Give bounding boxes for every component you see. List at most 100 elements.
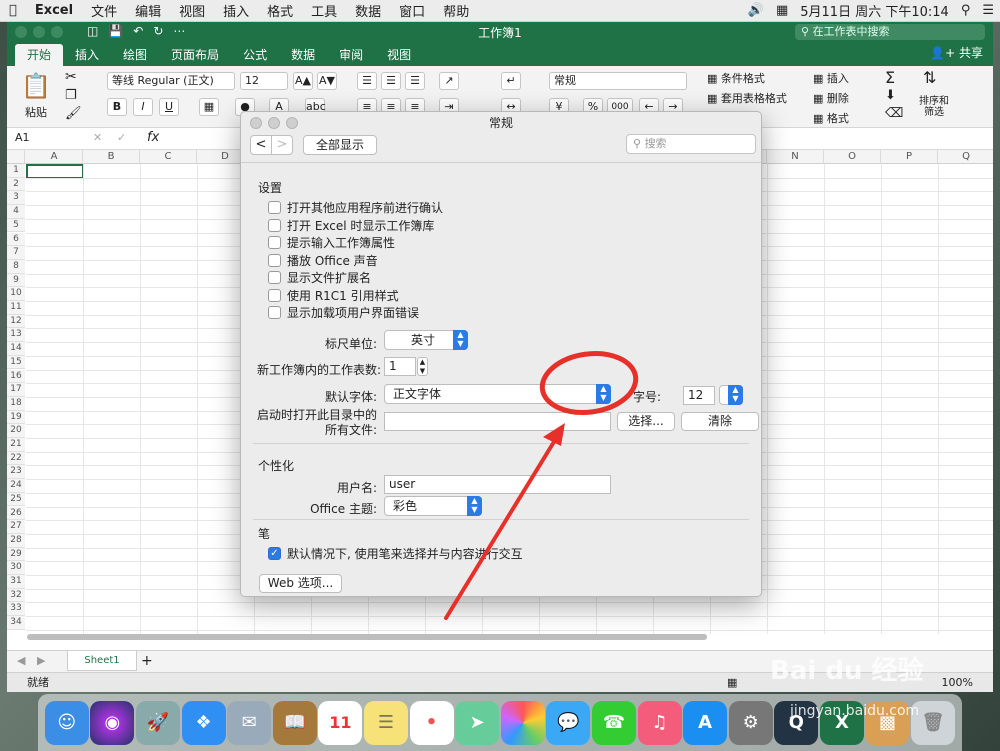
align-middle-icon[interactable]: ☰ (381, 72, 401, 90)
spotlight-icon[interactable]: ⚲ (955, 3, 977, 18)
delete-cells-button[interactable]: ▦ 删除 (813, 90, 849, 106)
insert-function-button[interactable]: fx (147, 130, 159, 145)
dialog-close-icon[interactable] (250, 117, 262, 129)
share-button[interactable]: 👤+ 共享 (930, 44, 983, 61)
reminders-icon[interactable]: • (409, 700, 454, 745)
choose-button[interactable]: 选择... (617, 412, 675, 431)
menu-insert[interactable]: 插入 (214, 1, 258, 20)
select-all-corner[interactable] (7, 150, 25, 164)
input-method-icon[interactable]: ▦ (770, 3, 794, 18)
excel-dock-icon[interactable]: X (819, 700, 864, 745)
format-cells-button[interactable]: ▦ 格式 (813, 110, 849, 126)
sidebar-icon[interactable]: ◫ (87, 24, 98, 38)
row-header[interactable]: 12 (7, 314, 25, 329)
preferences-search-input[interactable]: ⚲ 搜索 (626, 134, 756, 154)
insert-cells-button[interactable]: ▦ 插入 (813, 70, 849, 86)
clock[interactable]: 5月11日 周六 下午10:14 (794, 1, 955, 20)
row-header[interactable]: 31 (7, 575, 25, 589)
confirm-formula-icon[interactable]: ✓ (117, 131, 126, 144)
safari-icon[interactable]: ❖ (181, 700, 226, 745)
menu-tools[interactable]: 工具 (302, 1, 346, 20)
setting-option-checkbox[interactable]: 打开 Excel 时显示工作簿库 (268, 217, 434, 234)
minimize-window-icon[interactable] (33, 26, 45, 38)
ruler-units-popup[interactable]: 英寸 ▲ ▼ (384, 330, 468, 350)
add-sheet-button[interactable]: + (141, 653, 153, 669)
row-header[interactable]: 20 (7, 424, 25, 438)
undo-icon[interactable]: ↶ (133, 24, 143, 38)
row-header[interactable]: 28 (7, 533, 25, 548)
row-header[interactable]: 1 (7, 164, 25, 178)
row-header[interactable]: 32 (7, 588, 25, 603)
close-window-icon[interactable] (15, 26, 27, 38)
column-header[interactable]: Q (938, 150, 993, 164)
show-all-button[interactable]: 全部显示 (303, 135, 377, 155)
zoom-level[interactable]: 100% (942, 673, 973, 692)
font-size-field[interactable]: 12 (683, 386, 715, 405)
calendar-icon[interactable]: 11 (318, 700, 363, 745)
sheet-tab[interactable]: Sheet1 (67, 651, 137, 671)
row-header[interactable]: 7 (7, 246, 25, 260)
sort-filter-label[interactable]: 排序和 筛选 (919, 96, 949, 118)
row-header[interactable]: 24 (7, 479, 25, 493)
setting-option-checkbox[interactable]: 显示文件扩展名 (268, 269, 371, 286)
menu-data[interactable]: 数据 (346, 1, 390, 20)
menu-file[interactable]: 文件 (82, 1, 126, 20)
decrease-font-icon[interactable]: A▼ (317, 72, 337, 90)
row-header[interactable]: 9 (7, 273, 25, 288)
archive-icon[interactable]: ▩ (865, 700, 910, 745)
column-header[interactable]: A (26, 150, 83, 164)
cut-icon[interactable]: ✂ (65, 69, 77, 85)
sheets-count-field[interactable]: 1 (384, 357, 416, 376)
row-header[interactable]: 34 (7, 616, 25, 630)
app-store-icon[interactable]: A (683, 700, 728, 745)
quicktime-icon[interactable]: Q (774, 700, 819, 745)
notes-icon[interactable]: ☰ (363, 700, 408, 745)
row-header[interactable]: 29 (7, 547, 25, 562)
music-icon[interactable]: ♫ (637, 700, 682, 745)
messages-icon[interactable]: 💬 (546, 700, 591, 745)
sheet-search-input[interactable]: ⚲ 在工作表中搜索 (795, 24, 985, 40)
row-header[interactable]: 27 (7, 520, 25, 534)
maps-icon[interactable]: ➤ (455, 700, 500, 745)
contacts-icon[interactable]: 📖 (272, 700, 317, 745)
apple-icon[interactable]:  (0, 3, 26, 18)
row-header[interactable]: 22 (7, 451, 25, 466)
pen-option-checkbox[interactable]: ✓ 默认情况下, 使用笔来选择并与内容进行交互 (268, 545, 523, 562)
menu-help[interactable]: 帮助 (434, 1, 478, 20)
siri-icon[interactable]: ◉ (90, 700, 135, 745)
launchpad-icon[interactable]: 🚀 (135, 700, 180, 745)
row-header[interactable]: 17 (7, 383, 25, 397)
row-header[interactable]: 23 (7, 465, 25, 480)
row-header[interactable]: 26 (7, 506, 25, 521)
tab-review[interactable]: 审阅 (327, 44, 375, 66)
volume-icon[interactable]: 🔊 (742, 3, 770, 18)
app-menu[interactable]: Excel (26, 3, 82, 18)
menu-window[interactable]: 窗口 (390, 1, 434, 20)
mail-icon[interactable]: ✉ (227, 700, 272, 745)
bold-button[interactable]: B (107, 98, 127, 116)
menu-edit[interactable]: 编辑 (126, 1, 170, 20)
column-header[interactable]: C (140, 150, 197, 164)
font-size-popup[interactable]: ▲ ▼ (719, 385, 743, 405)
align-top-icon[interactable]: ☰ (357, 72, 377, 90)
row-header[interactable]: 19 (7, 410, 25, 425)
cancel-formula-icon[interactable]: ✕ (93, 131, 102, 144)
setting-option-checkbox[interactable]: 打开其他应用程序前进行确认 (268, 199, 443, 216)
tab-data[interactable]: 数据 (279, 44, 327, 66)
tab-page-layout[interactable]: 页面布局 (159, 44, 231, 66)
row-header[interactable]: 13 (7, 328, 25, 343)
row-header[interactable]: 5 (7, 218, 25, 233)
column-header[interactable]: B (83, 150, 140, 164)
redo-icon[interactable]: ↻ (153, 24, 163, 38)
setting-option-checkbox[interactable]: 使用 R1C1 引用样式 (268, 287, 399, 304)
row-header[interactable]: 10 (7, 287, 25, 301)
tab-formulas[interactable]: 公式 (231, 44, 279, 66)
next-sheet-icon[interactable]: ▶ (37, 654, 45, 667)
startup-folder-field[interactable] (384, 412, 611, 431)
zoom-window-icon[interactable] (51, 26, 63, 38)
name-box[interactable]: A1 (15, 131, 30, 144)
menu-list-icon[interactable]: ☰ (976, 3, 1000, 18)
sort-filter-icon[interactable]: ⇅ (923, 68, 936, 87)
photos-icon[interactable] (500, 700, 545, 745)
clear-icon[interactable]: ⌫ (885, 106, 903, 121)
